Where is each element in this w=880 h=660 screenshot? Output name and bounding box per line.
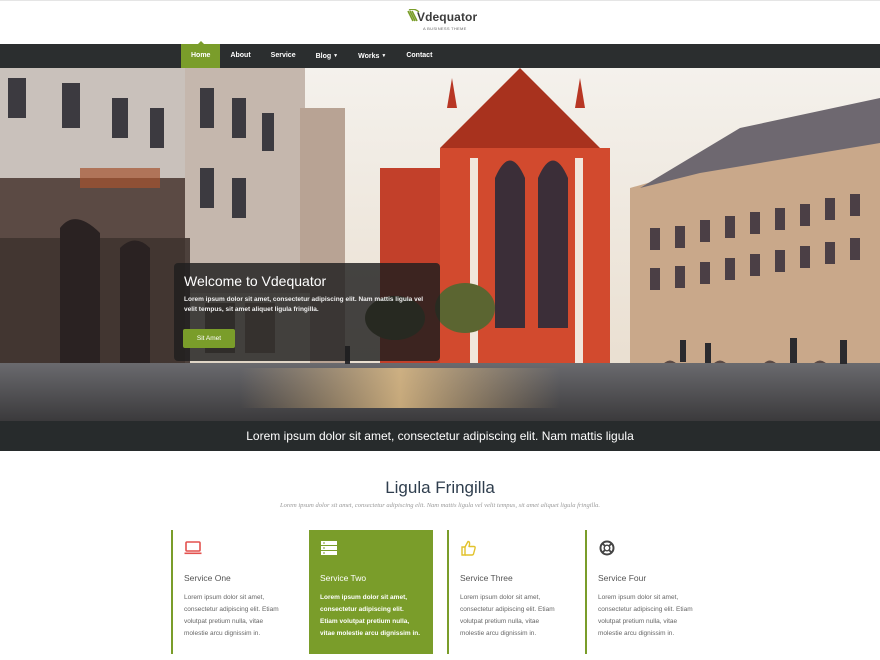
- site-logo[interactable]: Vdequator A BUSINESS THEME: [405, 7, 485, 37]
- nav-item-about[interactable]: About: [220, 44, 260, 68]
- caption-text: Lorem ipsum dolor sit amet, consectetur …: [246, 429, 634, 443]
- logo-name: Vdequator: [417, 10, 478, 24]
- service-title: Service One: [184, 573, 231, 583]
- hero-text: Lorem ipsum dolor sit amet, consectetur …: [184, 296, 424, 313]
- nav-list: Home About Service Blog ▼ Works ▼ Contact: [181, 41, 442, 68]
- hero-slider: Welcome to Vdequator Lorem ipsum dolor s…: [0, 68, 880, 421]
- section-subtitle: Lorem ipsum dolor sit amet, consectetur …: [279, 502, 601, 509]
- nav-item-home[interactable]: Home: [181, 41, 221, 68]
- life-ring-icon: [599, 540, 615, 556]
- nav-item-label: Blog: [315, 52, 332, 60]
- service-text: Lorem ipsum dolor sit amet, consectetur …: [598, 594, 693, 637]
- monitor-icon: [184, 541, 202, 555]
- caret-down-icon: ▼: [381, 53, 387, 59]
- nav-item-blog[interactable]: Blog ▼: [306, 44, 349, 68]
- service-text: Lorem ipsum dolor sit amet, consectetur …: [460, 594, 555, 637]
- nav-item-label: About: [230, 52, 251, 59]
- main-navigation: Home About Service Blog ▼ Works ▼ Contact: [0, 41, 880, 68]
- site-header: Vdequator A BUSINESS THEME: [0, 0, 880, 44]
- hero-cta-button[interactable]: Sit Amet: [183, 329, 235, 348]
- caption-bar: Lorem ipsum dolor sit amet, consectetur …: [0, 421, 880, 451]
- service-title: Service Two: [320, 573, 367, 583]
- service-title: Service Three: [460, 573, 513, 583]
- service-card-two[interactable]: Service Two Lorem ipsum dolor sit amet, …: [309, 530, 433, 654]
- hero-background-image: [0, 68, 880, 421]
- hero-title: Welcome to Vdequator: [184, 273, 327, 289]
- service-card-four[interactable]: Service Four Lorem ipsum dolor sit amet,…: [585, 530, 709, 654]
- nav-item-service[interactable]: Service: [261, 44, 306, 68]
- nav-item-label: Home: [191, 52, 211, 59]
- service-title: Service Four: [598, 573, 647, 583]
- logo-tagline: A BUSINESS THEME: [423, 26, 467, 31]
- service-text: Lorem ipsum dolor sit amet, consectetur …: [320, 594, 421, 637]
- nav-item-works[interactable]: Works ▼: [348, 44, 396, 68]
- nav-item-contact[interactable]: Contact: [396, 44, 442, 68]
- nav-item-label: Contact: [406, 52, 433, 59]
- server-icon: [321, 541, 337, 555]
- hero-caption-box: Welcome to Vdequator Lorem ipsum dolor s…: [174, 263, 440, 361]
- section-title: Ligula Fringilla: [385, 478, 495, 497]
- nav-item-label: Works: [358, 52, 380, 60]
- thumbs-up-icon: [461, 540, 476, 556]
- caret-down-icon: ▼: [333, 53, 339, 59]
- service-card-one[interactable]: Service One Lorem ipsum dolor sit amet, …: [171, 530, 295, 654]
- service-card-three[interactable]: Service Three Lorem ipsum dolor sit amet…: [447, 530, 571, 654]
- nav-item-label: Service: [270, 52, 296, 59]
- service-text: Lorem ipsum dolor sit amet, consectetur …: [184, 594, 279, 637]
